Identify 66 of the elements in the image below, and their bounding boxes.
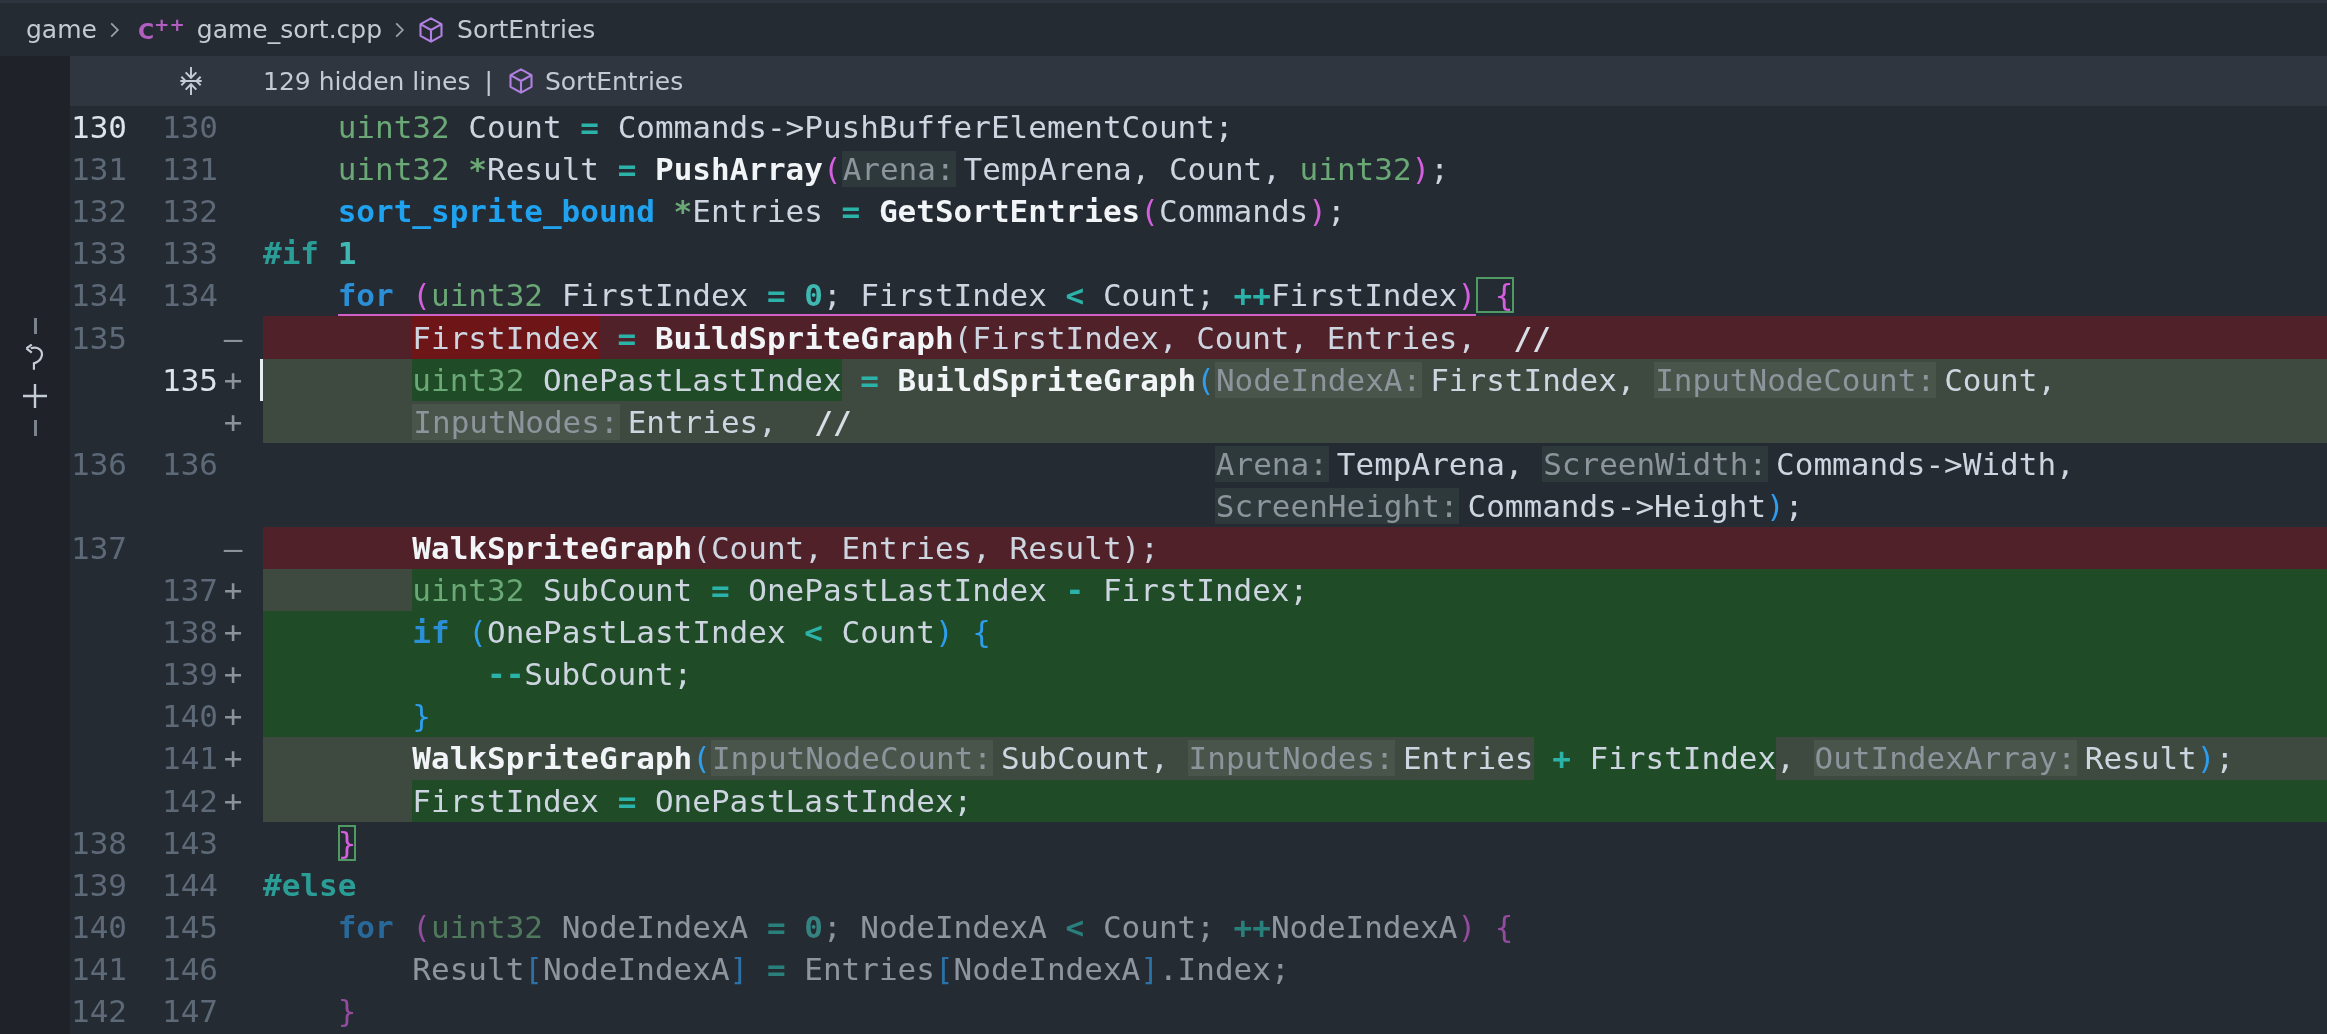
line-number: 146 bbox=[162, 950, 218, 987]
line-number: 131 bbox=[71, 151, 127, 188]
diff-marker: + bbox=[223, 698, 243, 735]
cube-icon bbox=[417, 15, 446, 44]
line-number: 135 bbox=[162, 361, 218, 398]
diff-marker: + bbox=[223, 572, 243, 609]
plus-icon[interactable] bbox=[22, 382, 48, 410]
line-number: 143 bbox=[162, 824, 218, 861]
line-number: 133 bbox=[162, 235, 218, 272]
diff-marker: + bbox=[223, 403, 243, 440]
diff-marker: — bbox=[223, 530, 243, 566]
line-number: 145 bbox=[162, 908, 218, 945]
line-number: 138 bbox=[162, 614, 218, 651]
cube-icon bbox=[506, 67, 535, 95]
line-number: 142 bbox=[162, 782, 218, 819]
code-line: sort_sprite_bound *Entries = GetSortEntries(Commands); bbox=[336, 192, 1347, 232]
code-line: #if 1 bbox=[263, 234, 358, 274]
line-number: 138 bbox=[71, 824, 127, 861]
cpp-file-icon: C$^{++}$ bbox=[137, 14, 185, 45]
chevron-icon bbox=[108, 20, 120, 39]
separator: | bbox=[484, 66, 493, 96]
line-number: 137 bbox=[162, 572, 218, 609]
line-number: 130 bbox=[162, 109, 218, 146]
line-number: 132 bbox=[162, 193, 218, 230]
line-number: 135 bbox=[71, 319, 127, 356]
line-number: 141 bbox=[162, 740, 218, 777]
line-number: 134 bbox=[162, 277, 218, 314]
line-number: 144 bbox=[162, 866, 218, 903]
code-line: } bbox=[336, 992, 358, 1031]
breadcrumb-item[interactable]: game_sort.cpp bbox=[196, 15, 383, 44]
code-line: #else bbox=[263, 865, 358, 905]
line-number: 140 bbox=[71, 908, 127, 945]
line-number: 141 bbox=[71, 950, 127, 987]
line-number: 134 bbox=[71, 277, 127, 314]
symbol-label[interactable]: SortEntries bbox=[544, 66, 684, 96]
line-number: 136 bbox=[162, 445, 218, 482]
line-number: 142 bbox=[71, 993, 127, 1029]
line-number: 139 bbox=[71, 866, 127, 903]
breadcrumb-item[interactable]: SortEntries bbox=[457, 15, 596, 44]
code-line: Arena: TempArena, ScreenWidth: Commands->Width, bbox=[1213, 444, 2076, 484]
code-line: ScreenHeight: Commands->Height); bbox=[1213, 486, 1805, 526]
line-number: 133 bbox=[71, 235, 127, 272]
code-line: uint32 Count = Commands->PushBufferElementCount; bbox=[336, 108, 1235, 148]
diff-marker: + bbox=[223, 361, 243, 398]
line-number: 132 bbox=[71, 193, 127, 230]
breadcrumb-item[interactable]: game bbox=[26, 15, 97, 44]
diff-marker: — bbox=[223, 319, 243, 356]
chevron-icon bbox=[394, 20, 406, 39]
code-line: uint32 *Result = PushArray(Arena: TempArena, Count, uint32); bbox=[336, 150, 1450, 190]
code-line: for (uint32 FirstIndex = 0; FirstIndex < Count; ++FirstIndex) { bbox=[263, 274, 2327, 317]
line-number: 137 bbox=[71, 530, 127, 566]
line-number: 130 bbox=[71, 109, 127, 146]
diff-marker: + bbox=[223, 740, 243, 777]
code-line: } bbox=[336, 823, 358, 863]
hidden-lines-label[interactable]: 129 hidden lines bbox=[263, 66, 471, 96]
line-number: 139 bbox=[162, 656, 218, 693]
expand-lines-icon[interactable] bbox=[178, 66, 204, 96]
diff-marker: + bbox=[223, 614, 243, 651]
line-number: 140 bbox=[162, 698, 218, 735]
line-number: 131 bbox=[162, 151, 218, 188]
diff-marker: + bbox=[223, 782, 243, 819]
diff-marker: + bbox=[223, 656, 243, 693]
code-line: Result[NodeIndexA] = Entries[NodeIndexA].Index; bbox=[411, 949, 1291, 989]
code-line: for (uint32 NodeIndexA = 0; NodeIndexA < Count; ++NodeIndexA) { bbox=[336, 907, 1515, 947]
line-number: 147 bbox=[162, 993, 218, 1029]
line-number: 136 bbox=[71, 445, 127, 482]
